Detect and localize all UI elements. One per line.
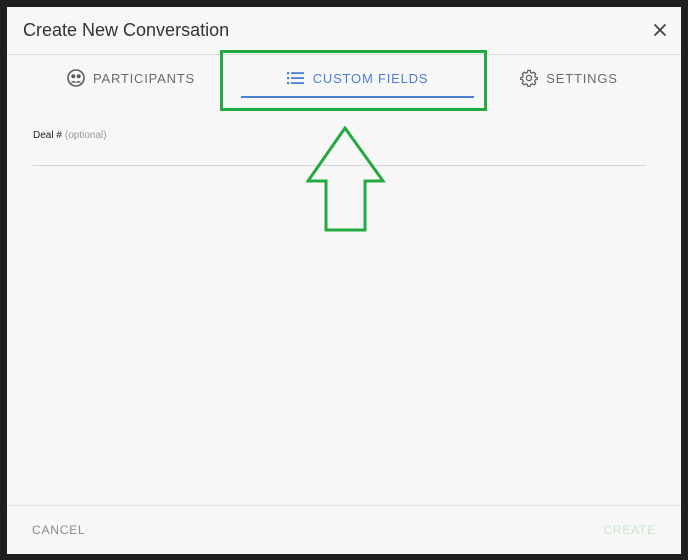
dialog-footer: CANCEL CREATE — [7, 505, 681, 554]
tab-custom-fields[interactable]: CUSTOM FIELDS — [241, 55, 474, 101]
active-tab-indicator — [241, 96, 474, 98]
tab-settings[interactable]: SETTINGS — [504, 55, 634, 101]
dialog-header: Create New Conversation — [7, 7, 681, 55]
create-button[interactable]: CREATE — [603, 523, 656, 537]
list-icon — [286, 71, 305, 85]
dialog-title: Create New Conversation — [23, 20, 230, 40]
tab-participants-label: PARTICIPANTS — [92, 70, 196, 86]
close-button[interactable] — [649, 19, 671, 41]
dialog-tabs: PARTICIPANTS CUSTOM FIELDS SETTINGS — [7, 55, 681, 101]
deal-number-field[interactable]: Deal # (optional) — [33, 125, 646, 166]
tab-settings-label: SETTINGS — [546, 70, 618, 86]
cancel-button[interactable]: CANCEL — [32, 523, 85, 537]
deal-number-label: Deal # — [33, 130, 62, 141]
tab-custom-fields-label: CUSTOM FIELDS — [312, 70, 429, 86]
create-conversation-dialog: Create New Conversation PARTICIPANTS CUS… — [7, 7, 681, 554]
optional-hint: (optional) — [64, 130, 107, 141]
close-icon — [654, 24, 666, 36]
participants-icon — [67, 69, 85, 87]
gear-icon — [520, 69, 539, 87]
deal-number-input[interactable] — [33, 143, 646, 165]
tab-participants[interactable]: PARTICIPANTS — [51, 55, 211, 101]
